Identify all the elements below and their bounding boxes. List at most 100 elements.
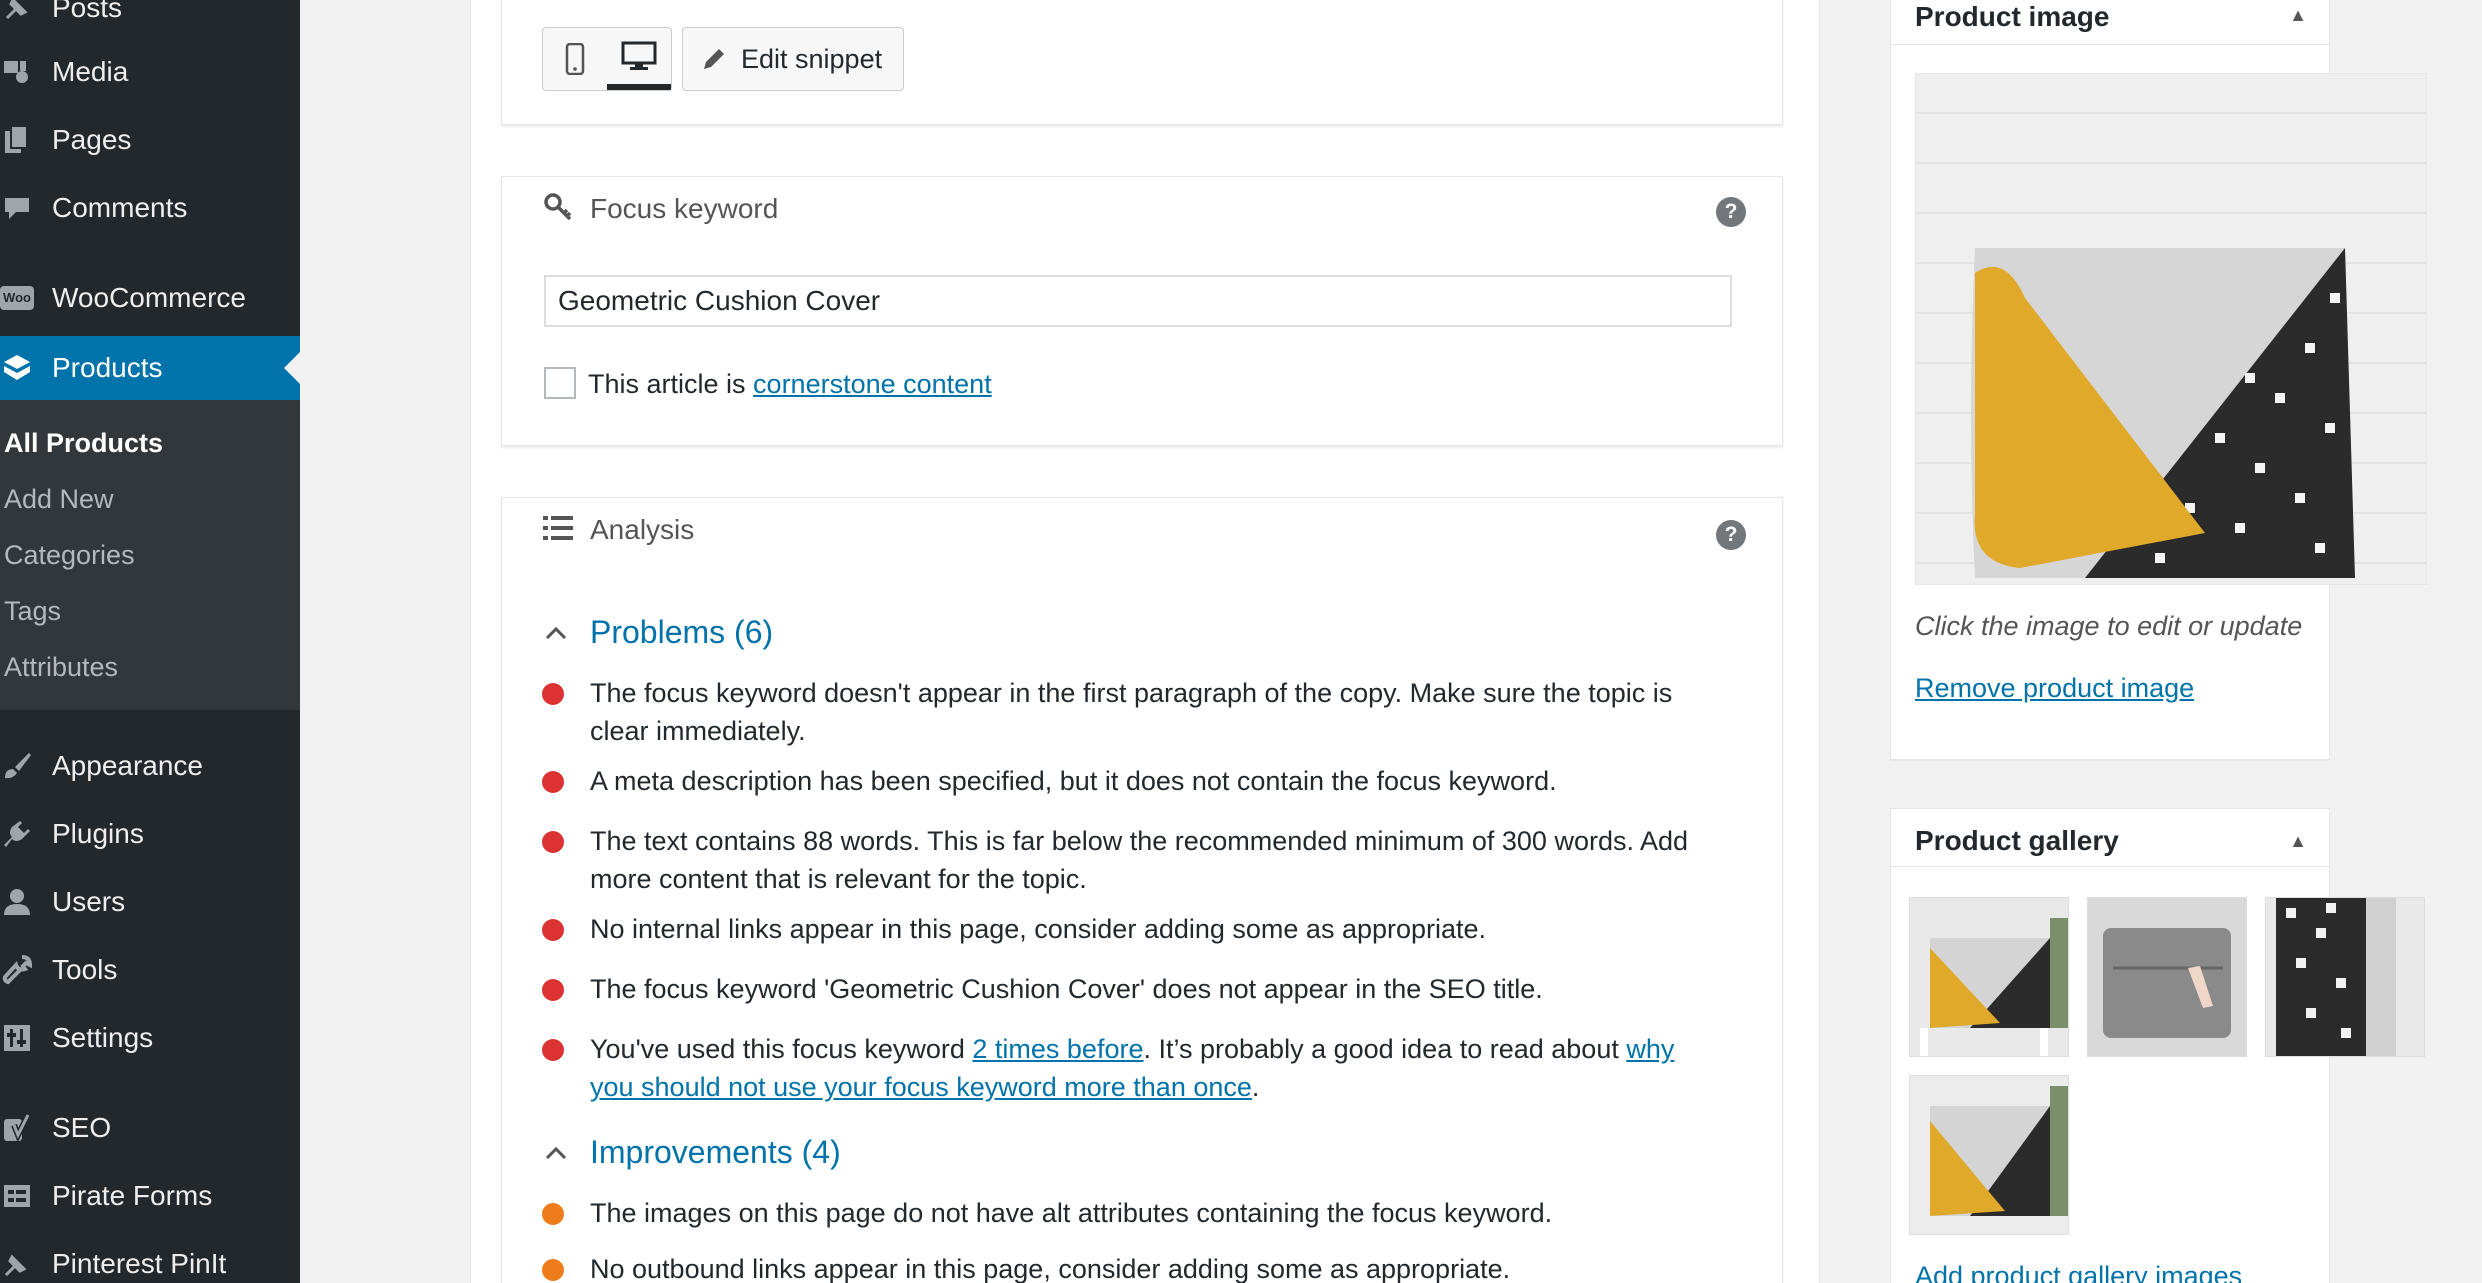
sidebar-item-label: Settings — [52, 1022, 154, 1053]
sidebar-item-pages[interactable]: Pages — [0, 110, 300, 170]
gallery-thumbnail[interactable] — [2087, 897, 2247, 1057]
help-icon[interactable]: ? — [1716, 520, 1746, 550]
sidebar-item-label: Posts — [52, 0, 123, 23]
submenu-add-new[interactable]: Add New — [4, 484, 114, 515]
problem-bullet — [542, 1039, 564, 1061]
submenu-tags[interactable]: Tags — [4, 596, 61, 627]
product-image-box: Product image ▲ Click the image to edit … — [1890, 0, 2428, 760]
gallery-thumbnail[interactable] — [1909, 1075, 2069, 1235]
help-icon[interactable]: ? — [1716, 197, 1746, 227]
gallery-thumbnail[interactable] — [2265, 897, 2425, 1057]
analysis-title: Analysis — [590, 514, 695, 545]
sidebar-item-tools[interactable]: Tools — [0, 940, 300, 1000]
problem-text: The focus keyword 'Geometric Cushion Cov… — [590, 974, 1543, 1004]
form-icon — [0, 1179, 34, 1213]
wrench-icon — [0, 953, 34, 987]
sidebar-item-label: WooCommerce — [52, 282, 246, 313]
pages-icon — [0, 123, 34, 157]
problem-text-part: You've used this focus keyword — [590, 1034, 973, 1064]
sidebar-item-label: Appearance — [52, 750, 204, 781]
active-indicator — [284, 352, 300, 384]
problem-text-part: . It’s probably a good idea to read abou… — [1143, 1034, 1627, 1064]
plug-icon — [0, 817, 34, 851]
sidebar-item-media[interactable]: Media — [0, 42, 300, 102]
snippet-preview-card: Edit snippet — [501, 0, 1783, 125]
product-gallery-box: Product gallery ▲ Add product gallery im… — [1890, 808, 2425, 1283]
cornerstone-content-link[interactable]: cornerstone content — [753, 369, 992, 399]
mobile-icon — [565, 43, 585, 75]
desktop-preview-button[interactable] — [607, 28, 671, 90]
sidebar-item-posts[interactable]: Posts — [0, 0, 300, 38]
focus-keyword-card: Focus keyword ? This article is cornerst… — [501, 176, 1783, 446]
list-icon — [542, 512, 574, 544]
sidebar-item-users[interactable]: Users — [0, 872, 300, 932]
problem-bullet — [542, 771, 564, 793]
products-submenu: All Products Add New Categories Tags Att… — [0, 400, 300, 710]
sidebar-item-appearance[interactable]: Appearance — [0, 736, 300, 796]
sidebar-item-label: SEO — [52, 1112, 112, 1143]
problems-toggle[interactable]: Problems (6) — [542, 614, 773, 651]
problem-bullet — [542, 919, 564, 941]
improvements-toggle[interactable]: Improvements (4) — [542, 1134, 841, 1171]
analysis-card: Analysis ? Problems (6) The focus keywor… — [501, 497, 1783, 1283]
sidebar-item-woocommerce[interactable]: Woo WooCommerce — [0, 268, 300, 328]
woo-icon: Woo — [0, 281, 34, 315]
collapse-toggle-icon[interactable]: ▲ — [2289, 831, 2307, 852]
desktop-icon — [621, 41, 657, 70]
problem-text: A meta description has been specified, b… — [590, 766, 1557, 796]
improvements-title: Improvements (4) — [590, 1134, 841, 1170]
sidebar-item-comments[interactable]: Comments — [0, 178, 300, 238]
focus-keyword-input[interactable] — [544, 275, 1732, 327]
pinterest-icon — [0, 1247, 34, 1281]
gallery-thumbnail[interactable] — [1909, 897, 2069, 1057]
product-image-caption: Click the image to edit or update — [1915, 611, 2303, 641]
problem-text: You've used this focus keyword 2 times b… — [590, 1030, 1690, 1106]
sidebar-item-seo[interactable]: SEO — [0, 1098, 300, 1158]
problem-text: The focus keyword doesn't appear in the … — [590, 678, 1673, 746]
submenu-categories[interactable]: Categories — [4, 540, 135, 571]
admin-sidebar: Posts Media Pages Comments Woo WooCommer… — [0, 0, 300, 1283]
problem-bullet — [542, 979, 564, 1001]
add-gallery-images-link[interactable]: Add product gallery images — [1915, 1261, 2242, 1283]
remove-product-image-link[interactable]: Remove product image — [1915, 673, 2194, 704]
submenu-attributes[interactable]: Attributes — [4, 652, 118, 683]
pencil-icon — [701, 46, 727, 72]
comment-icon — [0, 191, 34, 225]
user-icon — [0, 885, 34, 919]
sidebar-item-label: Comments — [52, 192, 188, 223]
sidebar-item-pirate-forms[interactable]: Pirate Forms — [0, 1166, 300, 1226]
improvement-bullet — [542, 1203, 564, 1225]
sidebar-item-pinterest[interactable]: Pinterest PinIt — [0, 1234, 300, 1283]
product-gallery-header[interactable]: Product gallery ▲ — [1891, 809, 2329, 867]
preview-mode-toggle — [542, 27, 672, 91]
edit-snippet-button[interactable]: Edit snippet — [682, 27, 904, 91]
times-before-link[interactable]: 2 times before — [972, 1034, 1143, 1064]
chevron-up-icon — [542, 1139, 570, 1167]
submenu-all-products[interactable]: All Products — [4, 428, 163, 459]
sidebar-item-label: Pinterest PinIt — [52, 1248, 227, 1279]
improvement-text: No outbound links appear in this page, c… — [590, 1254, 1511, 1283]
cornerstone-checkbox[interactable] — [544, 367, 576, 399]
cornerstone-label: This article is cornerstone content — [588, 369, 992, 400]
problems-title: Problems (6) — [590, 614, 774, 650]
product-image-title: Product image — [1915, 1, 2110, 32]
improvement-bullet — [542, 1259, 564, 1281]
problem-bullet — [542, 683, 564, 705]
sliders-icon — [0, 1021, 34, 1055]
sidebar-item-products[interactable]: Products — [0, 336, 300, 400]
brush-icon — [0, 749, 34, 783]
sidebar-item-plugins[interactable]: Plugins — [0, 804, 300, 864]
sidebar-item-label: Products — [52, 352, 163, 383]
products-icon — [0, 351, 34, 385]
chevron-up-icon — [542, 619, 570, 647]
key-icon — [542, 191, 574, 223]
problem-text: The text contains 88 words. This is far … — [590, 826, 1689, 894]
edit-snippet-label: Edit snippet — [741, 43, 883, 74]
sidebar-item-label: Tools — [52, 954, 118, 985]
product-image[interactable] — [1914, 72, 2428, 586]
collapse-toggle-icon[interactable]: ▲ — [2289, 5, 2307, 26]
mobile-preview-button[interactable] — [543, 28, 607, 90]
product-image-header[interactable]: Product image ▲ — [1891, 0, 2329, 45]
sidebar-item-label: Media — [52, 56, 129, 87]
sidebar-item-settings[interactable]: Settings — [0, 1008, 300, 1068]
